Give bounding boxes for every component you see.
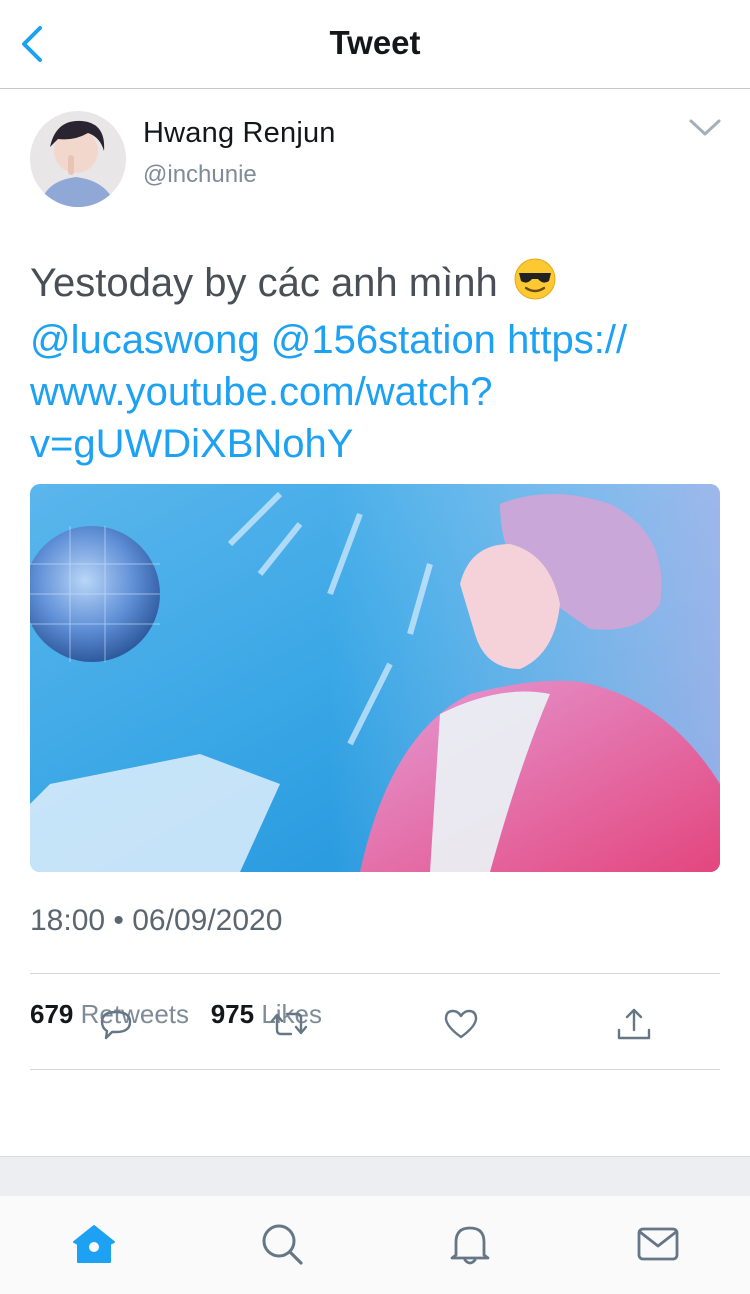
mention-lucaswong[interactable]: @lucaswong: [30, 318, 260, 362]
tweet-actions: [0, 1004, 750, 1050]
author-name[interactable]: Hwang Renjun: [143, 117, 336, 150]
media-thumbnail[interactable]: [30, 484, 720, 872]
page-title: Tweet: [329, 24, 421, 61]
avatar[interactable]: [30, 111, 126, 207]
share-icon[interactable]: [614, 1004, 654, 1044]
nav-bar: Tweet: [0, 0, 750, 89]
divider: [30, 973, 720, 974]
reply-icon[interactable]: [96, 1004, 136, 1044]
url-line-2[interactable]: www.youtube.com/watch?: [30, 370, 492, 414]
like-icon[interactable]: [441, 1004, 481, 1044]
divider: [30, 1069, 720, 1070]
mention-156station[interactable]: @156station: [271, 318, 496, 362]
notifications-icon[interactable]: [446, 1220, 494, 1268]
section-separator: [0, 1156, 750, 1198]
url-line-3[interactable]: v=gUWDiXBNohY: [30, 422, 353, 466]
tab-bar: [0, 1196, 750, 1294]
retweet-icon[interactable]: [269, 1004, 309, 1044]
sunglasses-emoji-icon: [513, 257, 557, 314]
messages-icon[interactable]: [634, 1220, 682, 1268]
tweet-text-plain: Yestoday by các anh mình: [30, 261, 498, 306]
tweet-text: Yestoday by các anh mình @lucaswong @156…: [30, 257, 730, 470]
chevron-down-icon[interactable]: [688, 117, 722, 139]
author-handle[interactable]: @inchunie: [143, 161, 257, 189]
url-line-1[interactable]: https://: [507, 318, 627, 362]
tweet-timestamp: 18:00 • 06/09/2020: [30, 904, 283, 937]
home-icon[interactable]: [70, 1220, 118, 1268]
search-icon[interactable]: [258, 1220, 306, 1268]
